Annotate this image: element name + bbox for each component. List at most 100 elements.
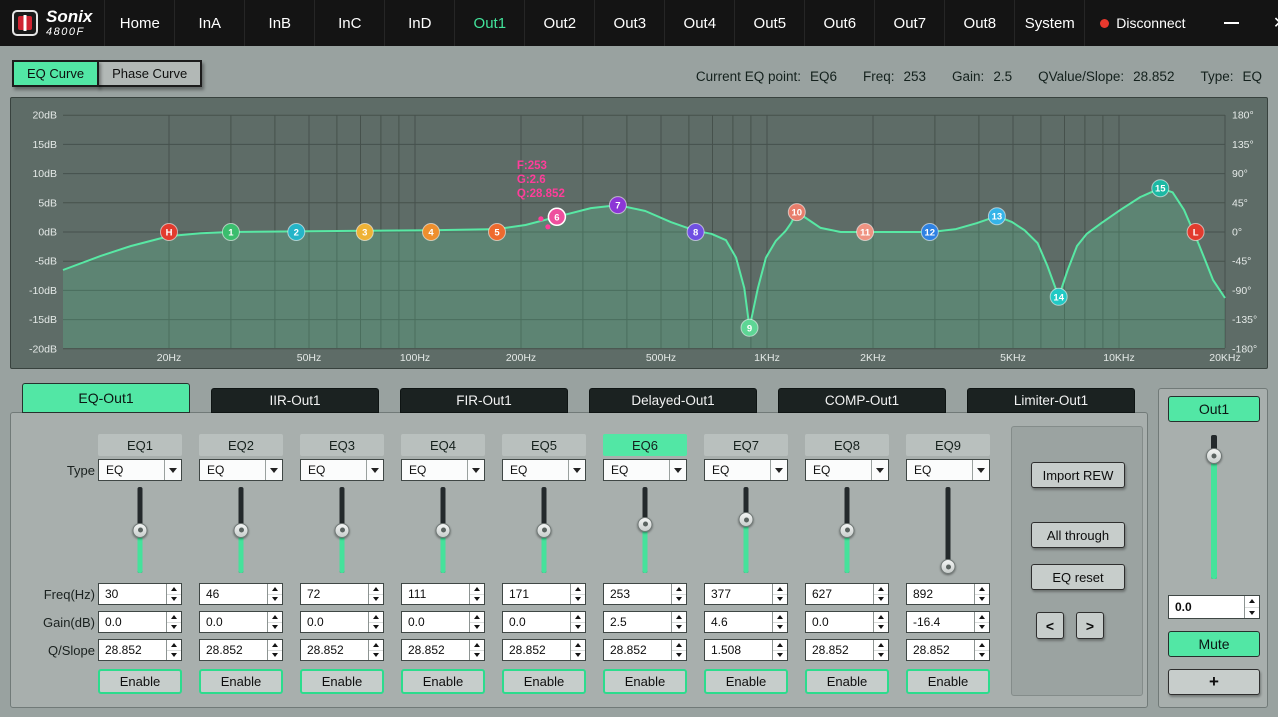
prev-bands-button[interactable]: < (1036, 612, 1064, 639)
spin-up-button[interactable] (369, 640, 383, 650)
nav-item-out2[interactable]: Out2 (524, 0, 594, 46)
spin-up-button[interactable] (672, 584, 686, 594)
eq-curve-chart[interactable]: 20dB15dB10dB5dB0dB-5dB-10dB-15dB-20dB180… (10, 97, 1268, 369)
spin-down-button[interactable] (369, 594, 383, 605)
eq-band-header[interactable]: EQ2 (199, 434, 283, 456)
eq-band-header[interactable]: EQ1 (98, 434, 182, 456)
spin-down-button[interactable] (773, 622, 787, 633)
spin-up-button[interactable] (571, 612, 585, 622)
eq-band-header[interactable]: EQ6 (603, 434, 687, 456)
q-slope-spinner[interactable]: 1.508 (704, 639, 788, 661)
enable-button[interactable]: Enable (603, 669, 687, 694)
spin-down-button[interactable] (571, 650, 585, 661)
slider-thumb[interactable] (941, 559, 956, 574)
enable-button[interactable]: Enable (906, 669, 990, 694)
q-slope-spinner[interactable]: 28.852 (300, 639, 384, 661)
eq-type-select[interactable]: EQ (401, 459, 485, 481)
output-gain-slider[interactable] (1159, 431, 1269, 583)
spin-up-button[interactable] (167, 584, 181, 594)
eq-band-header[interactable]: EQ5 (502, 434, 586, 456)
eq-reset-button[interactable]: EQ reset (1031, 564, 1125, 590)
gain-slider[interactable] (98, 485, 182, 575)
tab-eq-out1[interactable]: EQ-Out1 (22, 383, 190, 413)
nav-item-out6[interactable]: Out6 (804, 0, 874, 46)
spin-up-button[interactable] (167, 640, 181, 650)
nav-item-out7[interactable]: Out7 (874, 0, 944, 46)
freq-spinner[interactable]: 46 (199, 583, 283, 605)
spin-up-button[interactable] (672, 612, 686, 622)
nav-item-out8[interactable]: Out8 (944, 0, 1014, 46)
q-slope-spinner[interactable]: 28.852 (401, 639, 485, 661)
tab-fir-out1[interactable]: FIR-Out1 (400, 388, 568, 413)
spin-down-button[interactable] (470, 650, 484, 661)
spin-down-button[interactable] (571, 594, 585, 605)
eq-type-select[interactable]: EQ (603, 459, 687, 481)
mute-button[interactable]: Mute (1168, 631, 1260, 657)
spin-down-button[interactable] (672, 594, 686, 605)
enable-button[interactable]: Enable (502, 669, 586, 694)
next-bands-button[interactable]: > (1076, 612, 1104, 639)
spin-up-button[interactable] (470, 640, 484, 650)
spin-up-button[interactable] (773, 640, 787, 650)
eq-band-header[interactable]: EQ9 (906, 434, 990, 456)
enable-button[interactable]: Enable (401, 669, 485, 694)
phase-curve-button[interactable]: Phase Curve (97, 60, 202, 87)
spin-up-button[interactable] (975, 584, 989, 594)
spin-up-button[interactable] (874, 612, 888, 622)
spin-up-button[interactable] (167, 612, 181, 622)
spin-up-button[interactable] (1245, 596, 1259, 607)
spin-down-button[interactable] (773, 594, 787, 605)
eq-type-select[interactable]: EQ (906, 459, 990, 481)
slider-thumb[interactable] (840, 523, 855, 538)
eq-type-select[interactable]: EQ (300, 459, 384, 481)
spin-up-button[interactable] (874, 640, 888, 650)
q-slope-spinner[interactable]: 28.852 (603, 639, 687, 661)
gain-slider[interactable] (805, 485, 889, 575)
gain-spinner[interactable]: 0.0 (300, 611, 384, 633)
eq-type-select[interactable]: EQ (98, 459, 182, 481)
q-slope-spinner[interactable]: 28.852 (98, 639, 182, 661)
spin-up-button[interactable] (268, 612, 282, 622)
disconnect-button[interactable]: Disconnect (1084, 0, 1200, 46)
freq-spinner[interactable]: 377 (704, 583, 788, 605)
spin-up-button[interactable] (470, 584, 484, 594)
nav-item-home[interactable]: Home (104, 0, 174, 46)
gain-spinner[interactable]: -16.4 (906, 611, 990, 633)
spin-up-button[interactable] (369, 612, 383, 622)
enable-button[interactable]: Enable (98, 669, 182, 694)
nav-item-out1[interactable]: Out1 (454, 0, 524, 46)
spin-up-button[interactable] (773, 584, 787, 594)
spin-down-button[interactable] (369, 650, 383, 661)
gain-spinner[interactable]: 0.0 (98, 611, 182, 633)
gain-spinner[interactable]: 0.0 (502, 611, 586, 633)
q-slope-spinner[interactable]: 28.852 (502, 639, 586, 661)
spin-down-button[interactable] (672, 650, 686, 661)
import-rew-button[interactable]: Import REW (1031, 462, 1125, 488)
spin-down-button[interactable] (1245, 607, 1259, 619)
eq-band-header[interactable]: EQ7 (704, 434, 788, 456)
slider-thumb[interactable] (133, 523, 148, 538)
slider-thumb[interactable] (234, 523, 249, 538)
spin-up-button[interactable] (268, 584, 282, 594)
spin-up-button[interactable] (773, 612, 787, 622)
enable-button[interactable]: Enable (199, 669, 283, 694)
enable-button[interactable]: Enable (805, 669, 889, 694)
spin-down-button[interactable] (975, 622, 989, 633)
eq-band-header[interactable]: EQ4 (401, 434, 485, 456)
freq-spinner[interactable]: 111 (401, 583, 485, 605)
spin-down-button[interactable] (268, 650, 282, 661)
freq-spinner[interactable]: 253 (603, 583, 687, 605)
gain-spinner[interactable]: 2.5 (603, 611, 687, 633)
eq-type-select[interactable]: EQ (805, 459, 889, 481)
eq-type-select[interactable]: EQ (199, 459, 283, 481)
eq-band-header[interactable]: EQ8 (805, 434, 889, 456)
freq-spinner[interactable]: 30 (98, 583, 182, 605)
spin-up-button[interactable] (975, 612, 989, 622)
spin-down-button[interactable] (167, 650, 181, 661)
slider-thumb[interactable] (1206, 448, 1222, 464)
tab-iir-out1[interactable]: IIR-Out1 (211, 388, 379, 413)
gain-slider[interactable] (704, 485, 788, 575)
freq-spinner[interactable]: 171 (502, 583, 586, 605)
spin-down-button[interactable] (470, 622, 484, 633)
minimize-button[interactable] (1223, 14, 1241, 32)
